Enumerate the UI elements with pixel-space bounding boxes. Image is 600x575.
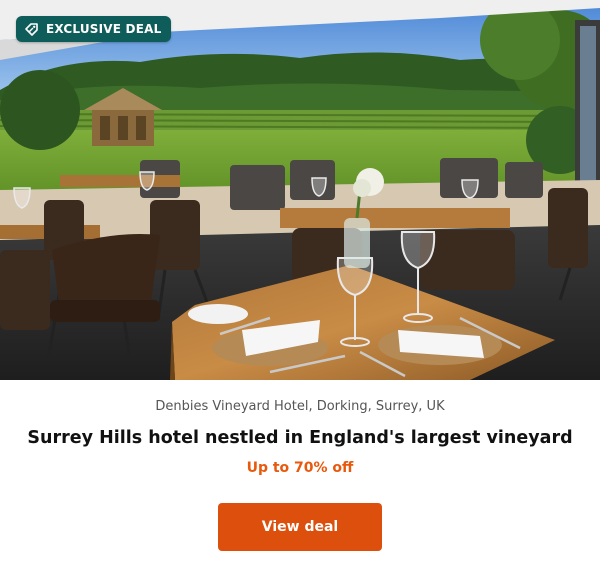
deal-title[interactable]: Surrey Hills hotel nestled in England's … <box>0 428 600 448</box>
exclusive-deal-badge: EXCLUSIVE DEAL <box>16 16 172 42</box>
discount-text: Up to 70% off <box>246 460 354 476</box>
hotel-photo[interactable]: EXCLUSIVE DEAL <box>0 0 600 380</box>
badge-label: EXCLUSIVE DEAL <box>46 22 162 36</box>
hotel-location: Denbies Vineyard Hotel, Dorking, Surrey,… <box>155 399 445 414</box>
deal-card[interactable]: EXCLUSIVE DEAL Denbies Vineyard Hotel, D… <box>0 0 600 575</box>
percent-tag-icon <box>24 21 40 37</box>
view-deal-button[interactable]: View deal <box>218 503 382 551</box>
